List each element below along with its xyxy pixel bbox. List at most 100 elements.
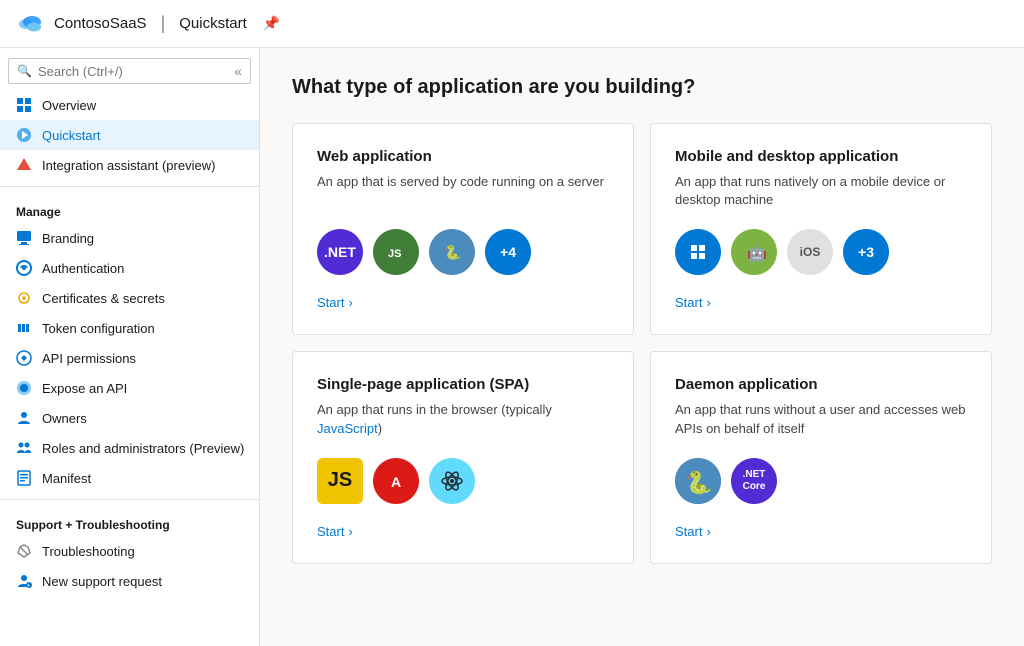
card-spa-desc: An app that runs in the browser (typical… [317, 401, 609, 437]
ios-icon: iOS [787, 229, 833, 275]
python-icon: 🐍 [429, 229, 475, 275]
sidebar-item-owners-label: Owners [42, 411, 87, 426]
sidebar-item-certificates-label: Certificates & secrets [42, 291, 165, 306]
branding-icon [16, 230, 32, 246]
sidebar-item-new-support[interactable]: + New support request [0, 566, 259, 596]
sidebar-item-integration[interactable]: Integration assistant (preview) [0, 150, 259, 180]
card-web-app-title: Web application [317, 148, 609, 165]
app-type-grid: Web application An app that is served by… [292, 123, 992, 564]
card-spa-icons: JS A [317, 458, 609, 504]
card-daemon-desc: An app that runs without a user and acce… [675, 401, 967, 437]
manage-section-label: Manage [0, 193, 259, 223]
search-input[interactable] [38, 64, 228, 79]
card-mobile-desktop-desc: An app that runs natively on a mobile de… [675, 173, 967, 209]
sidebar-item-api-permissions-label: API permissions [42, 351, 136, 366]
sidebar-item-authentication[interactable]: Authentication [0, 253, 259, 283]
svg-text:🐍: 🐍 [685, 470, 712, 495]
search-bar[interactable]: 🔍 « [8, 58, 251, 84]
sidebar-item-certificates[interactable]: Certificates & secrets [0, 283, 259, 313]
sidebar-item-overview[interactable]: Overview [0, 90, 259, 120]
api-icon [16, 350, 32, 366]
react-icon [429, 458, 475, 504]
mobile-more-icon: +3 [843, 229, 889, 275]
card-spa-title: Single-page application (SPA) [317, 376, 609, 393]
sidebar-item-expose-api-label: Expose an API [42, 381, 127, 396]
svg-text:🤖: 🤖 [747, 243, 767, 262]
sidebar-item-authentication-label: Authentication [42, 261, 124, 276]
sidebar-item-token-label: Token configuration [42, 321, 155, 336]
card-mobile-desktop-title: Mobile and desktop application [675, 148, 967, 165]
sidebar-item-troubleshooting-label: Troubleshooting [42, 544, 135, 559]
sidebar-item-new-support-label: New support request [42, 574, 162, 589]
app-name: ContosoSaaS [54, 15, 147, 32]
sidebar-item-roles[interactable]: Roles and administrators (Preview) [0, 433, 259, 463]
page-name: Quickstart [179, 15, 247, 32]
sidebar-item-token[interactable]: Token configuration [0, 313, 259, 343]
sidebar: 🔍 « Overview Quickstart Integration assi… [0, 48, 260, 646]
daemon-python-icon: 🐍 [675, 458, 721, 504]
sidebar-item-manifest[interactable]: Manifest [0, 463, 259, 493]
card-daemon: Daemon application An app that runs with… [650, 351, 992, 563]
card-web-app-start[interactable]: Start › [317, 295, 609, 310]
svg-text:+: + [27, 583, 30, 589]
main-content: What type of application are you buildin… [260, 48, 1024, 646]
nodejs-icon: JS [373, 229, 419, 275]
pin-icon[interactable]: 📌 [263, 15, 280, 32]
js-icon: JS [317, 458, 363, 504]
expose-icon [16, 380, 32, 396]
support-icon: + [16, 573, 32, 589]
card-spa: Single-page application (SPA) An app tha… [292, 351, 634, 563]
manifest-icon [16, 470, 32, 486]
azure-logo [16, 10, 44, 38]
card-daemon-icons: 🐍 .NETCore [675, 458, 967, 504]
card-daemon-start[interactable]: Start › [675, 524, 967, 539]
grid-icon [16, 97, 32, 113]
collapse-icon[interactable]: « [234, 63, 242, 79]
sidebar-item-branding[interactable]: Branding [0, 223, 259, 253]
cert-icon [16, 290, 32, 306]
web-more-icon: +4 [485, 229, 531, 275]
sidebar-item-api-permissions[interactable]: API permissions [0, 343, 259, 373]
angular-icon: A [373, 458, 419, 504]
sidebar-item-roles-label: Roles and administrators (Preview) [42, 441, 244, 456]
roles-icon [16, 440, 32, 456]
card-web-app-desc: An app that is served by code running on… [317, 173, 609, 209]
android-icon: 🤖 [731, 229, 777, 275]
card-mobile-desktop: Mobile and desktop application An app th… [650, 123, 992, 335]
card-spa-start[interactable]: Start › [317, 524, 609, 539]
search-icon: 🔍 [17, 64, 32, 78]
card-mobile-desktop-icons: 🤖 iOS +3 [675, 229, 967, 275]
sidebar-item-integration-label: Integration assistant (preview) [42, 158, 215, 173]
token-icon [16, 320, 32, 336]
dotnet-icon: .NET [317, 229, 363, 275]
page-title: What type of application are you buildin… [292, 76, 992, 99]
sidebar-item-overview-label: Overview [42, 98, 96, 113]
sidebar-item-owners[interactable]: Owners [0, 403, 259, 433]
svg-text:A: A [391, 474, 401, 490]
troubleshooting-icon [16, 543, 32, 559]
card-mobile-desktop-start[interactable]: Start › [675, 295, 967, 310]
auth-icon [16, 260, 32, 276]
topbar: ContosoSaaS | Quickstart 📌 [0, 0, 1024, 48]
card-web-app-icons: .NET JS 🐍 +4 [317, 229, 609, 275]
sidebar-item-quickstart-label: Quickstart [42, 128, 101, 143]
svg-text:JS: JS [388, 248, 401, 260]
svg-text:🐍: 🐍 [444, 244, 461, 261]
sidebar-item-manifest-label: Manifest [42, 471, 91, 486]
quickstart-icon [16, 127, 32, 143]
daemon-netcore-icon: .NETCore [731, 458, 777, 504]
windows-icon [675, 229, 721, 275]
sidebar-item-troubleshooting[interactable]: Troubleshooting [0, 536, 259, 566]
topbar-separator: | [161, 13, 166, 34]
sidebar-divider-support [0, 499, 259, 500]
sidebar-item-quickstart[interactable]: Quickstart [0, 120, 259, 150]
card-daemon-title: Daemon application [675, 376, 967, 393]
sidebar-divider-manage [0, 186, 259, 187]
owners-icon [16, 410, 32, 426]
sidebar-item-branding-label: Branding [42, 231, 94, 246]
sidebar-item-expose-api[interactable]: Expose an API [0, 373, 259, 403]
spa-desc-link: JavaScript [317, 421, 378, 436]
integration-icon [16, 157, 32, 173]
support-section-label: Support + Troubleshooting [0, 506, 259, 536]
card-web-app: Web application An app that is served by… [292, 123, 634, 335]
